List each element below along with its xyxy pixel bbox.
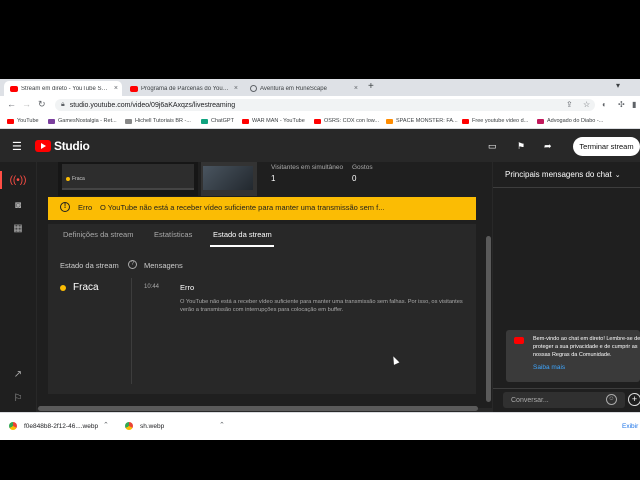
message-time: 10:44 [144,284,160,290]
tab-stream-health[interactable]: Estado da stream [213,230,272,239]
bookmark-osrs[interactable]: OSRS: COX con low... [314,116,379,126]
chat-welcome-text: Bem-vindo ao chat em direto! Lembre-se d… [533,336,640,358]
messages-header: Mensagens [144,261,183,270]
external-link-icon[interactable]: ↗ [8,366,28,382]
bookmark-warman[interactable]: WAR MAN - YouTube [242,116,305,126]
menu-icon[interactable]: ☰ [12,140,22,153]
game-icon [386,118,393,124]
vertical-scrollbar[interactable] [486,236,491,402]
active-indicator [0,171,2,189]
close-tab-icon[interactable]: × [354,85,358,92]
tab-partners[interactable]: Programa de Parcerias do YouTube × [124,81,242,96]
movie-icon [537,118,544,124]
gamesnostalgia-icon [48,118,55,124]
stream-live-icon[interactable]: ((•)) [8,172,28,188]
column-divider [131,278,132,384]
layout-icon[interactable]: ▭ [488,141,497,152]
tab-stream-settings[interactable]: Definições da stream [63,230,133,239]
globe-icon [250,85,257,92]
youtube-icon [314,118,321,124]
bookmark-hichell[interactable]: Hichell Tutoriais BR -... [125,116,191,126]
message-title: Erro [180,283,195,292]
viewers-label: Visitantes em simultâneo [271,164,344,171]
emoji-icon[interactable]: ☺ [606,394,617,405]
back-icon[interactable]: ← [7,99,16,109]
chrome-file-icon [9,422,17,430]
tab-studio[interactable]: Stream em direto - YouTube Studio × [4,81,122,96]
share-icon[interactable]: ⇪ [566,100,573,109]
viewers-value: 1 [271,174,276,183]
bookmark-flag-icon[interactable]: ⚑ [517,141,525,152]
error-message: O YouTube não está a receber vídeo sufic… [100,203,385,212]
new-tab-button[interactable]: + [368,81,374,92]
lock-icon: 🔒︎ [61,101,65,108]
youtube-icon [514,337,524,344]
chat-mode-dropdown[interactable]: Principais mensagens do chat ⌄ [505,170,621,179]
channel-icon [125,118,132,124]
feedback-icon[interactable]: ⚐ [8,390,28,406]
tab-runescape[interactable]: Aventura em RuneScape × [244,81,362,96]
youtube-icon [10,85,18,92]
bookmark-youtube[interactable]: YouTube [7,116,39,126]
chevron-up-icon[interactable]: ⌃ [103,421,109,429]
extension-icon[interactable]: ◐ [602,100,607,109]
likes-value: 0 [352,174,357,183]
download-item-1[interactable]: f0e848b8-2f12-46....webp [24,423,102,430]
youtube-icon [7,118,14,124]
active-tab-indicator [210,245,274,247]
share-arrow-icon[interactable]: ➦ [544,141,552,152]
close-tab-icon[interactable]: × [114,85,118,92]
error-title: Erro [78,203,93,212]
forward-icon[interactable]: → [22,99,31,109]
studio-logo-text[interactable]: Studio [54,139,90,153]
chevron-down-icon: ⌄ [614,171,621,179]
bookmark-freeyoutube[interactable]: Free youtube video d... [462,116,528,126]
message-body: O YouTube não está a receber vídeo sufic… [180,299,463,313]
end-stream-button[interactable]: Terminar stream [573,137,640,156]
letterbox-bottom [0,440,640,480]
horizontal-scrollbar[interactable] [38,406,478,411]
bookmark-gamesnostalgia[interactable]: GamesNostalgia - Ret... [48,116,117,126]
chatgpt-icon [201,118,208,124]
help-icon[interactable]: ? [128,260,137,269]
bookmark-chatgpt[interactable]: ChatGPT [201,116,234,126]
youtube-logo-icon[interactable] [35,140,51,152]
status-header: Estado da stream [60,261,119,270]
camera-icon[interactable]: ◙ [8,197,28,213]
preview-thumbnail [201,162,257,196]
add-icon[interactable]: + [628,393,640,406]
youtube-icon [462,118,469,124]
chrome-file-icon [125,422,133,430]
url-bar[interactable]: 🔒︎ studio.youtube.com/video/09j6aKAxqzs/… [55,99,595,111]
profile-icon[interactable]: ▮ [632,100,636,109]
status-dot [66,177,70,181]
url-text: studio.youtube.com/video/09j6aKAxqzs/liv… [69,101,236,109]
error-icon: ! [60,202,70,212]
bookmark-star-icon[interactable]: ☆ [583,100,590,109]
likes-label: Gostos [352,164,373,171]
tab-analytics[interactable]: Estatísticas [154,230,192,239]
puzzle-icon[interactable]: ✣ [618,100,625,109]
bookmark-spacemonster[interactable]: SPACE MONSTER: FA... [386,116,458,126]
calendar-icon[interactable]: ▦ [8,220,28,236]
minimize-icon[interactable]: ▾ [616,81,620,90]
close-tab-icon[interactable]: × [234,85,238,92]
status-dot [60,285,66,291]
learn-more-link[interactable]: Saiba mais [533,364,565,371]
show-all-downloads[interactable]: Exibir [622,423,638,430]
youtube-icon [242,118,249,124]
status-value: Fraca [73,282,99,293]
bookmark-advogado[interactable]: Advogado do Diabo -... [537,116,603,126]
youtube-icon [130,85,138,92]
chevron-up-icon[interactable]: ⌃ [219,421,225,429]
stream-preview: Fraca [58,162,198,196]
download-item-2[interactable]: sh.webp [140,423,164,430]
reload-icon[interactable]: ↻ [38,99,46,110]
